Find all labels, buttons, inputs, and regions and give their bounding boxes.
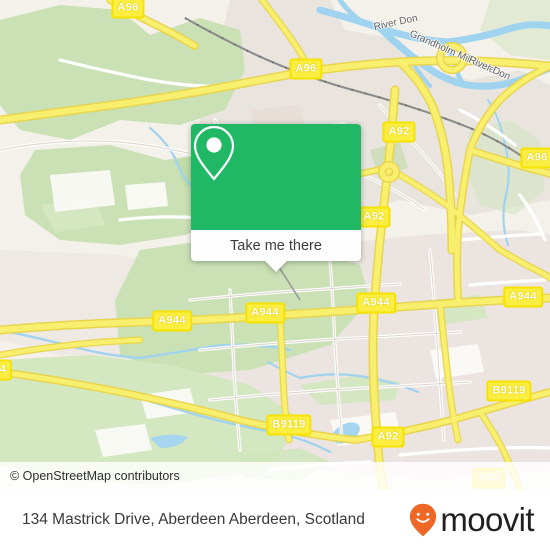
road-shield: A92 — [371, 426, 405, 448]
popup-marker-panel — [191, 124, 361, 230]
road-shield: A944 — [245, 302, 285, 324]
moovit-brand[interactable]: moovit — [409, 503, 550, 537]
moovit-wordmark: moovit — [440, 501, 534, 538]
road-shield: A92 — [357, 206, 391, 228]
road-shield: A944 — [356, 292, 396, 314]
moovit-pin-smiley-icon — [410, 503, 437, 537]
road-shield: B9119 — [486, 380, 532, 402]
road-shield: A92 — [382, 121, 416, 143]
popup-action-bar[interactable]: Take me there — [191, 230, 361, 272]
take-me-there-label: Take me there — [230, 237, 322, 254]
map-pin-icon — [193, 125, 235, 181]
footer-bar: 134 Mastrick Drive, Aberdeen Aberdeen, S… — [0, 490, 550, 550]
screenshot-root: A96 A96 A92 A96 A92 A944 A944 A944 A944 4 B9119 B91… — [0, 0, 550, 550]
location-popup[interactable]: Take me there — [191, 124, 361, 272]
road-shield: A944 — [503, 286, 543, 308]
map-attribution-bar: © OpenStreetMap contributors — [0, 462, 550, 490]
popup-pointer — [265, 261, 287, 272]
road-shield: B9119 — [266, 414, 312, 436]
road-shield: 4 — [0, 359, 13, 381]
map-canvas[interactable]: A96 A96 A92 A96 A92 A944 A944 A944 A944 4 B9119 B91… — [0, 0, 550, 490]
road-shield: A944 — [152, 310, 192, 332]
attribution-text[interactable]: © OpenStreetMap contributors — [0, 469, 180, 483]
road-shield: A96 — [520, 147, 550, 169]
road-shield: A96 — [289, 58, 323, 80]
road-shield: A96 — [111, 0, 145, 19]
address-label: 134 Mastrick Drive, Aberdeen Aberdeen, S… — [22, 511, 365, 528]
